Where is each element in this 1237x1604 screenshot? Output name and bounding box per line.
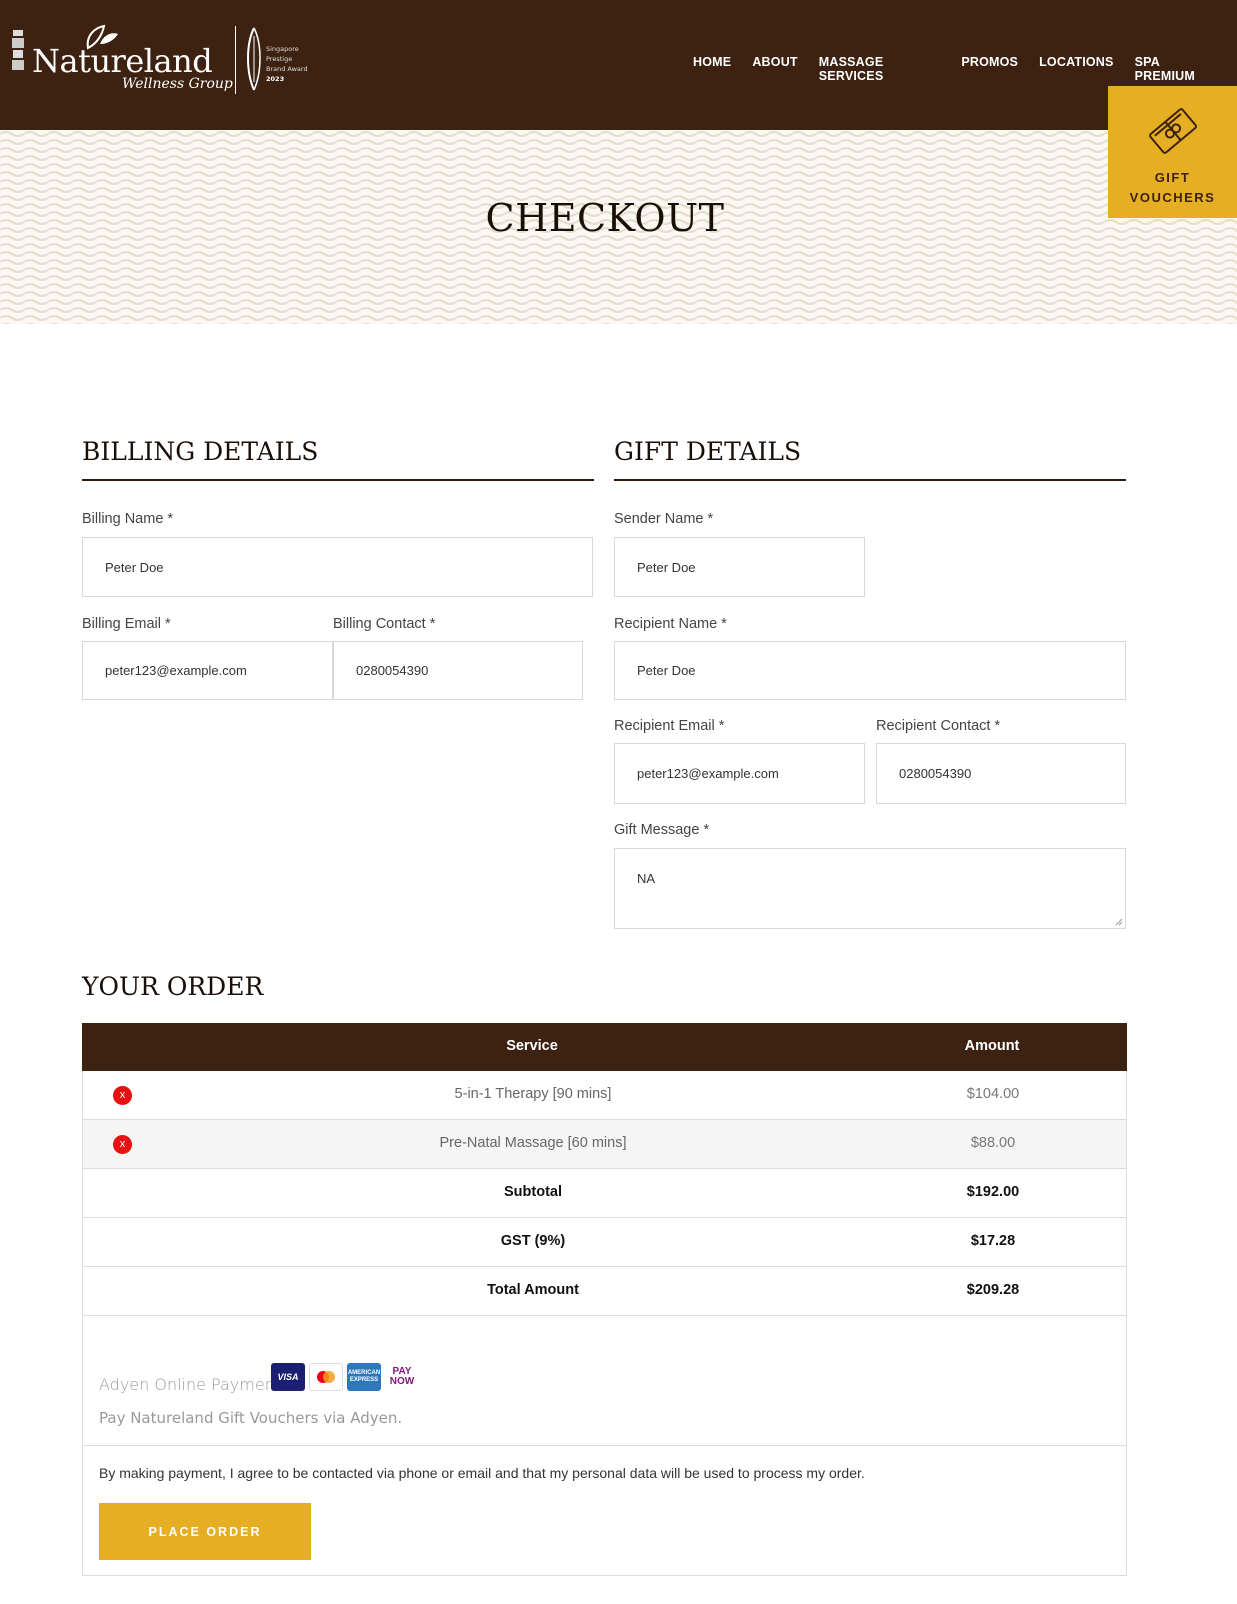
nav-locations[interactable]: LOCATIONS — [1039, 55, 1113, 83]
total-label: Total Amount — [487, 1282, 579, 1298]
gst-row: GST (9%) $17.28 — [82, 1218, 1127, 1267]
billing-contact-input[interactable]: 0280054390 — [333, 641, 583, 700]
order-table: Service Amount x 5-in-1 Therapy [90 mins… — [82, 1023, 1127, 1576]
subtotal-label: Subtotal — [504, 1184, 562, 1200]
recipient-email-input[interactable]: peter123@example.com — [614, 743, 865, 804]
award-year: 2023 — [266, 75, 285, 83]
nav-massage-services[interactable]: MASSAGE SERVICES — [819, 55, 941, 83]
gift-message-label: Gift Message * — [614, 822, 710, 838]
service-column-header: Service — [506, 1038, 558, 1054]
visa-icon: VISA — [271, 1363, 305, 1391]
sender-name-label: Sender Name * — [614, 511, 714, 527]
natureland-logo[interactable]: Natureland Wellness Group Singapore Pres… — [10, 22, 330, 102]
gift-vouchers-button[interactable]: GIFT VOUCHERS — [1108, 86, 1237, 218]
nav-promos[interactable]: PROMOS — [961, 55, 1018, 83]
billing-rule — [82, 479, 594, 481]
gift-rule — [614, 479, 1126, 481]
mastercard-icon — [309, 1363, 343, 1391]
gift-voucher-icon — [1149, 108, 1197, 154]
recipient-name-label: Recipient Name * — [614, 616, 727, 632]
billing-name-input[interactable]: Peter Doe — [82, 537, 593, 597]
award-ribbon-icon — [247, 27, 261, 91]
gift-message-textarea[interactable]: NA — [614, 848, 1126, 929]
billing-details-title: BILLING DETAILS — [82, 437, 319, 466]
total-row: Total Amount $209.28 — [82, 1267, 1127, 1316]
nav-about[interactable]: ABOUT — [752, 55, 797, 83]
nav-spa-premium[interactable]: SPA PREMIUM — [1135, 55, 1216, 83]
award-text: Singapore Prestige Brand Award 2023 — [266, 44, 308, 84]
total-value: $209.28 — [966, 1282, 1020, 1298]
award-line: Prestige — [266, 55, 293, 63]
logo-divider — [235, 26, 236, 94]
gift-message-value: NA — [637, 871, 656, 886]
heritage-crest-icon — [12, 30, 24, 70]
gift-vouchers-label: GIFT VOUCHERS — [1108, 168, 1237, 208]
table-row: x 5-in-1 Therapy [90 mins] $104.00 — [82, 1071, 1127, 1120]
nav-home[interactable]: HOME — [693, 55, 731, 83]
gift-details-title: GIFT DETAILS — [614, 437, 802, 466]
award-line: Singapore — [266, 45, 299, 53]
your-order-title: YOUR ORDER — [82, 972, 264, 1001]
sender-name-input[interactable]: Peter Doe — [614, 537, 865, 597]
service-name: Pre-Natal Massage [60 mins] — [439, 1135, 627, 1151]
place-order-button[interactable]: PLACE ORDER — [99, 1503, 311, 1560]
site-header: Natureland Wellness Group Singapore Pres… — [0, 0, 1237, 130]
payment-method-box[interactable]: Adyen Online Payment VISA AMERICAN EXPRE… — [82, 1316, 1127, 1446]
brand-name: Natureland — [32, 42, 213, 80]
amex-icon: AMERICAN EXPRESS — [347, 1363, 381, 1391]
recipient-name-input[interactable]: Peter Doe — [614, 641, 1126, 700]
award-line: Brand Award — [266, 65, 308, 73]
gift-label-line: VOUCHERS — [1129, 190, 1216, 205]
page-title: CHECKOUT — [485, 196, 725, 240]
resize-grip-icon[interactable] — [1115, 918, 1123, 926]
payment-description: Pay Natureland Gift Vouchers via Adyen. — [99, 1409, 403, 1427]
recipient-email-label: Recipient Email * — [614, 718, 725, 734]
subtotal-row: Subtotal $192.00 — [82, 1169, 1127, 1218]
page-banner: CHECKOUT — [0, 130, 1237, 324]
gift-label-line: GIFT — [1154, 170, 1191, 185]
service-amount: $88.00 — [970, 1135, 1016, 1151]
table-row: x Pre-Natal Massage [60 mins] $88.00 — [82, 1120, 1127, 1169]
recipient-contact-label: Recipient Contact * — [876, 718, 1001, 734]
payment-card-icons: VISA AMERICAN EXPRESS PAY NOW — [271, 1363, 419, 1391]
service-name: 5-in-1 Therapy [90 mins] — [454, 1086, 612, 1102]
order-table-header: Service Amount — [82, 1023, 1127, 1071]
subtotal-value: $192.00 — [966, 1184, 1020, 1200]
service-amount: $104.00 — [966, 1086, 1020, 1102]
billing-contact-label: Billing Contact * — [333, 616, 436, 632]
amount-column-header: Amount — [964, 1038, 1020, 1054]
recipient-contact-input[interactable]: 0280054390 — [876, 743, 1126, 804]
consent-text: By making payment, I agree to be contact… — [99, 1465, 865, 1481]
billing-name-label: Billing Name * — [82, 511, 174, 527]
payment-method-title: Adyen Online Payment — [99, 1375, 282, 1394]
gst-value: $17.28 — [970, 1233, 1016, 1249]
gst-label: GST (9%) — [500, 1233, 566, 1249]
paynow-icon: PAY NOW — [385, 1363, 419, 1391]
consent-box: By making payment, I agree to be contact… — [82, 1446, 1127, 1576]
billing-email-label: Billing Email * — [82, 616, 171, 632]
billing-email-input[interactable]: peter123@example.com — [82, 641, 333, 700]
main-nav: HOME ABOUT MASSAGE SERVICES PROMOS LOCAT… — [693, 55, 1237, 83]
brand-subtitle: Wellness Group — [122, 76, 233, 92]
